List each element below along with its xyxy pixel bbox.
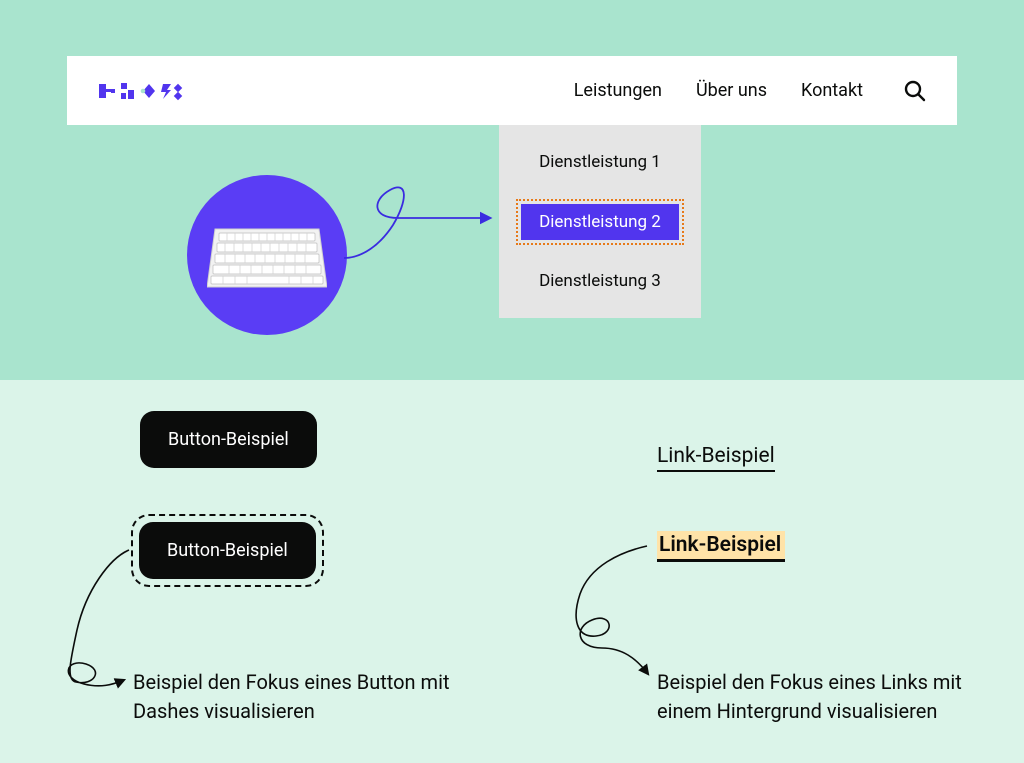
logo-glyphs-icon xyxy=(97,81,183,101)
dropdown-item-1[interactable]: Dienstleistung 1 xyxy=(515,146,685,178)
nav-link-leistungen[interactable]: Leistungen xyxy=(574,80,662,101)
dropdown-item-3[interactable]: Dienstleistung 3 xyxy=(515,265,685,297)
nav-links: Leistungen Über uns Kontakt xyxy=(574,79,957,103)
dropdown-item-2-focus-ring: Dienstleistung 2 xyxy=(516,199,684,245)
example-button-focused[interactable]: Button-Beispiel xyxy=(139,522,316,579)
site-logo xyxy=(97,81,183,101)
search-button[interactable] xyxy=(903,79,927,103)
nav-link-ueber-uns[interactable]: Über uns xyxy=(696,80,767,101)
keyboard-icon xyxy=(207,219,327,291)
example-link-focused[interactable]: Link-Beispiel xyxy=(657,531,785,562)
dropdown-item-2[interactable]: Dienstleistung 2 xyxy=(521,204,679,240)
example-link-plain[interactable]: Link-Beispiel xyxy=(657,444,775,472)
site-navbar: Leistungen Über uns Kontakt xyxy=(67,56,957,125)
example-button-focus-ring: Button-Beispiel xyxy=(131,514,324,587)
nav-dropdown: Dienstleistung 1 Dienstleistung 2 Dienst… xyxy=(499,125,701,318)
nav-link-kontakt[interactable]: Kontakt xyxy=(801,80,863,101)
search-icon xyxy=(904,80,926,102)
caption-link-focus: Beispiel den Fokus eines Links mit einem… xyxy=(657,668,1007,726)
caption-button-focus: Beispiel den Fokus eines Button mit Dash… xyxy=(133,668,463,726)
example-button-plain[interactable]: Button-Beispiel xyxy=(140,411,317,468)
keyboard-illustration xyxy=(187,175,347,335)
